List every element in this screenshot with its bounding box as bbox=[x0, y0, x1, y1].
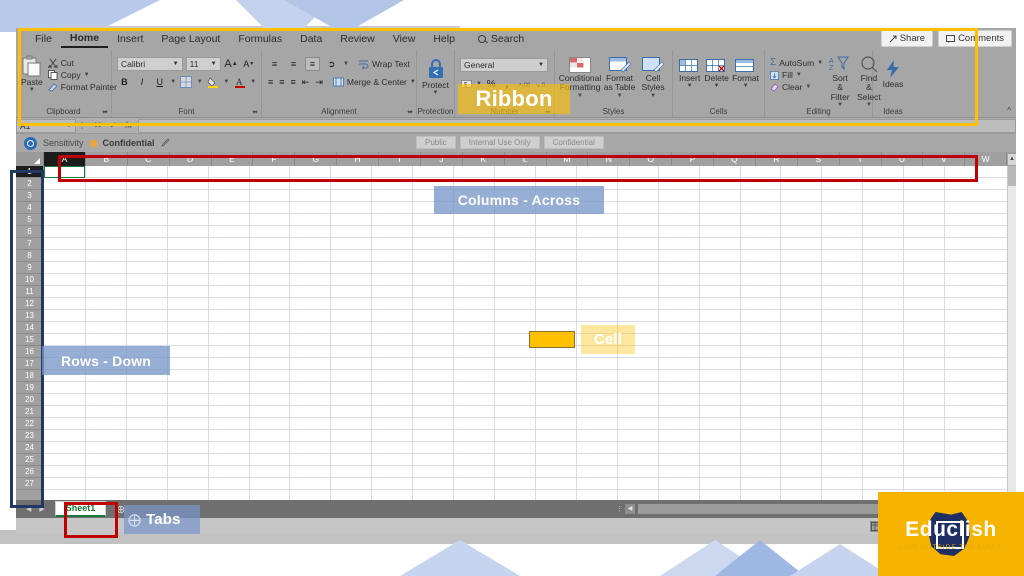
scroll-up-arrow-icon[interactable]: ▲ bbox=[1008, 154, 1016, 165]
grid-hline bbox=[44, 225, 1016, 226]
grid-hline bbox=[44, 309, 1016, 310]
sensitivity-option-public[interactable]: Public bbox=[416, 136, 456, 149]
grid-hline bbox=[44, 261, 1016, 262]
grid-hline bbox=[44, 237, 1016, 238]
vertical-scrollbar-thumb[interactable] bbox=[1008, 166, 1016, 186]
grid-hline bbox=[44, 453, 1016, 454]
annotation-label-columns: Columns - Across bbox=[434, 186, 604, 214]
grid-hline bbox=[44, 417, 1016, 418]
annotation-label-cell: Cell bbox=[581, 325, 635, 354]
grid-hline bbox=[44, 321, 1016, 322]
decor-triangle-bottom-1 bbox=[400, 540, 520, 576]
grid-hline bbox=[44, 381, 1016, 382]
grid-hline bbox=[44, 357, 1016, 358]
sensitivity-label: Sensitivity bbox=[43, 138, 84, 148]
logo-tagline: LIVE OUTSIDE THE LINES bbox=[899, 544, 1003, 551]
annotation-label-ribbon: Ribbon bbox=[458, 84, 570, 114]
sensitivity-edit-icon[interactable] bbox=[160, 137, 170, 149]
annotation-add-sheet-plus-icon: ⨁ bbox=[128, 512, 141, 527]
grid-hline bbox=[44, 285, 1016, 286]
sensitivity-status-dot-icon bbox=[89, 139, 97, 147]
vertical-scrollbar[interactable]: ▲ bbox=[1007, 154, 1016, 500]
sensitivity-option-internal-use-only[interactable]: Internal Use Only bbox=[459, 136, 540, 149]
grid-hline bbox=[44, 441, 1016, 442]
scroll-left-arrow-icon[interactable]: ◀ bbox=[625, 504, 635, 514]
annotation-cell-highlight bbox=[529, 331, 575, 348]
sensitivity-current-value: Confidential bbox=[102, 138, 155, 148]
scrollbar-grip-icon[interactable]: ⋮ bbox=[616, 505, 623, 513]
collapse-ribbon-button[interactable]: ^ bbox=[1007, 106, 1011, 115]
grid-hline bbox=[44, 297, 1016, 298]
educlish-logo: Educlish LIVE OUTSIDE THE LINES bbox=[878, 492, 1024, 576]
grid-hline bbox=[44, 369, 1016, 370]
sensitivity-bar: Sensitivity Confidential Public Internal… bbox=[16, 134, 1016, 152]
grid-hline bbox=[44, 273, 1016, 274]
sensitivity-options: Public Internal Use Only Confidential bbox=[416, 136, 604, 149]
annotation-label-rows: Rows - Down bbox=[42, 346, 170, 375]
select-all-button[interactable] bbox=[16, 152, 44, 166]
annotation-box-tabs bbox=[64, 502, 118, 538]
grid-hline bbox=[44, 393, 1016, 394]
grid-hline bbox=[44, 249, 1016, 250]
annotation-box-columns bbox=[58, 155, 978, 182]
sensitivity-icon bbox=[24, 136, 37, 150]
grid-body: 1 2 3 4 5 6 7 8 9 10 11 12 13 14 15 16 17 18 19 20 21 22 23 24 2… bbox=[16, 166, 1016, 500]
grid-hline bbox=[44, 405, 1016, 406]
decor-triangle-bottom-4 bbox=[790, 544, 890, 576]
sensitivity-option-confidential[interactable]: Confidential bbox=[543, 136, 604, 149]
grid-hline bbox=[44, 477, 1016, 478]
grid-hline bbox=[44, 465, 1016, 466]
logo-name: Educlish bbox=[905, 518, 997, 541]
annotation-box-rows bbox=[10, 170, 44, 508]
grid-hline bbox=[44, 489, 1016, 490]
grid-hline bbox=[44, 429, 1016, 430]
